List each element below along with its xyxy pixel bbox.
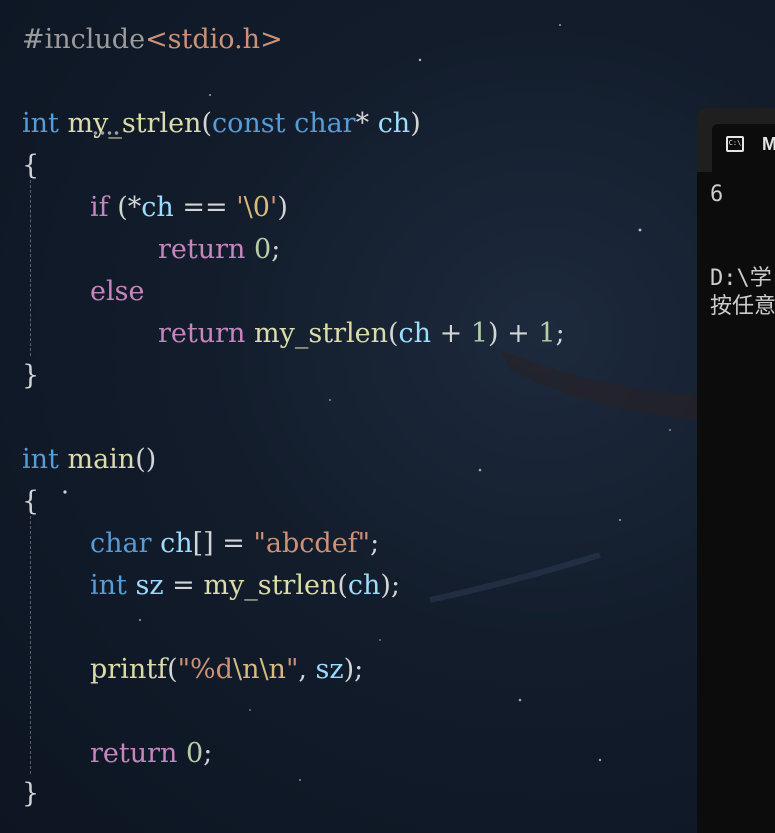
console-window[interactable]: C:\ M 6 D:\学 按任意 [697,108,775,833]
console-tab-title: M [762,134,775,154]
indent-guide-function [30,180,31,356]
code-line-return-recursive: return my_strlen(ch + 1) + 1; [158,318,565,349]
code-line-brace-close: } [22,360,40,391]
console-output-result: 6 [710,182,724,207]
code-line-else: else [90,276,145,307]
terminal-icon: C:\ [726,136,744,152]
console-output-path: D:\学 [710,266,772,291]
console-tab-bar: C:\ M [697,108,775,172]
suggestion-dots [92,130,120,136]
code-line-char-array: char ch[] = "abcdef"; [90,528,380,559]
code-line-sz-decl: int sz = my_strlen(ch); [90,570,401,601]
console-output-prompt: 按任意 [710,294,775,319]
code-line-printf: printf("%d\n\n", sz); [90,654,364,685]
code-line-function-signature: int my_strlen(const char* ch) [22,108,421,139]
console-tab[interactable]: C:\ M [712,124,775,172]
code-line-main-brace-close: } [22,778,40,809]
code-line-main-return: return 0; [90,738,213,769]
code-line-include: #include<stdio.h> [22,24,283,55]
indent-guide-main [30,516,31,774]
code-line-if: if (*ch == '\0') [90,192,288,223]
code-line-return-zero: return 0; [158,234,281,265]
code-editor[interactable]: #include<stdio.h> int my_strlen(const ch… [0,0,775,833]
code-line-main-signature: int main() [22,444,157,475]
